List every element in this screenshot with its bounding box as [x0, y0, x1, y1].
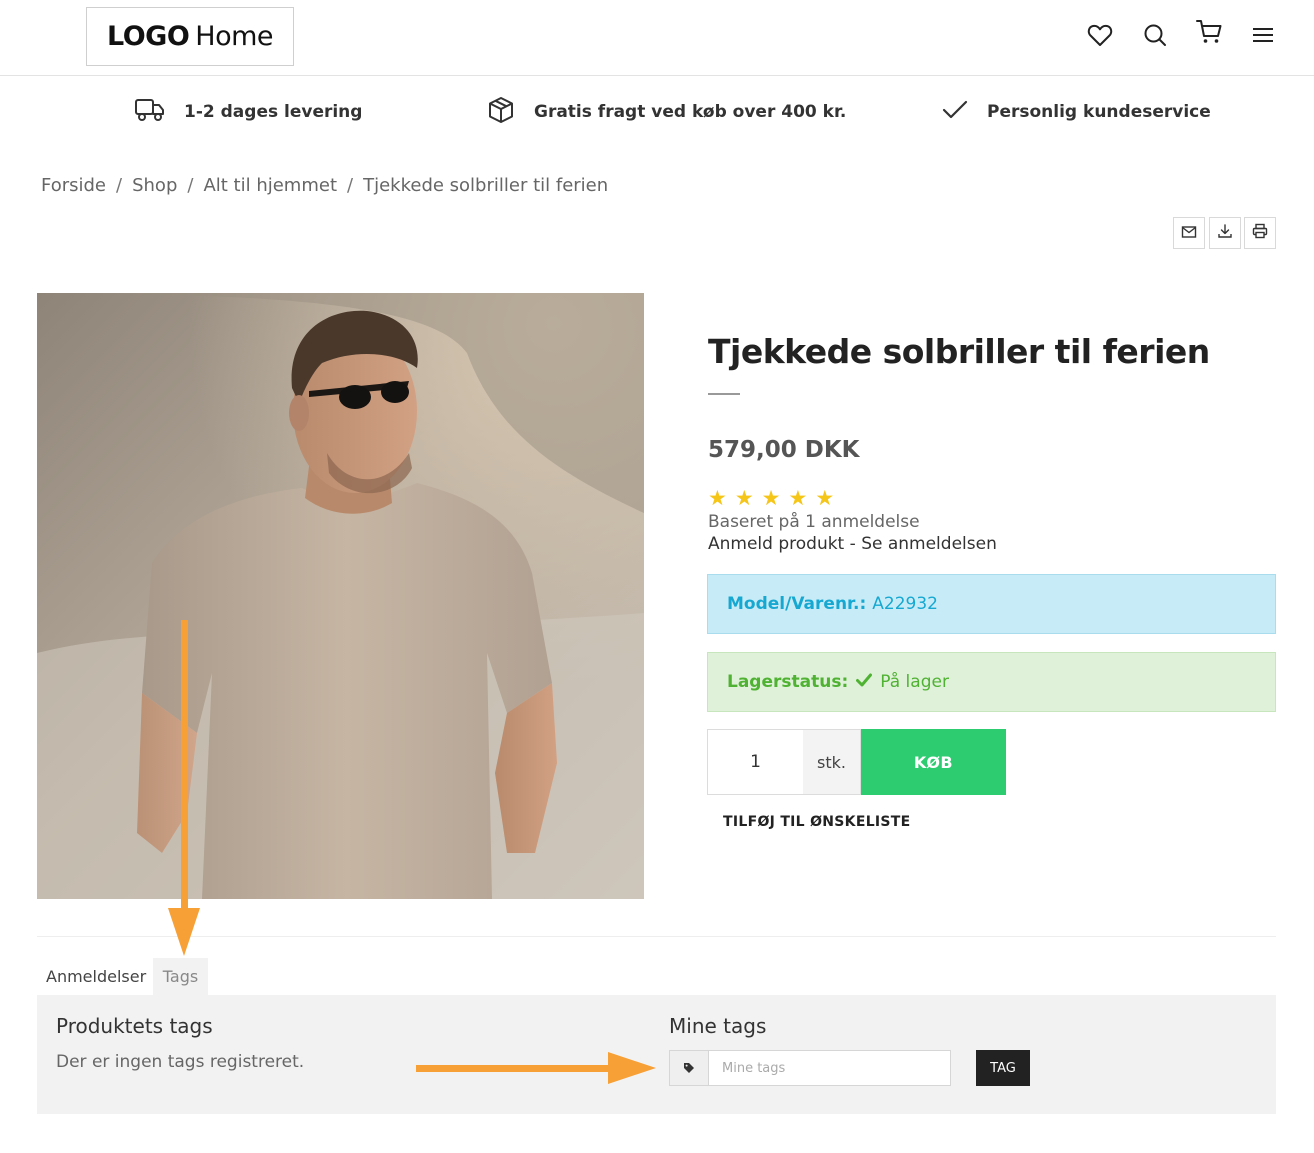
usp-service-text: Personlig kundeservice	[987, 102, 1211, 122]
truck-icon	[134, 96, 166, 128]
cart-icon[interactable]	[1194, 17, 1224, 47]
package-icon	[486, 95, 516, 129]
review-separator: -	[844, 534, 862, 554]
star-icon: ★	[815, 486, 835, 510]
review-links: Anmeld produkt - Se anmeldelsen	[708, 534, 997, 554]
breadcrumb-separator: /	[187, 175, 194, 196]
logo[interactable]: LOGO Home	[86, 7, 294, 66]
menu-icon[interactable]	[1248, 20, 1278, 50]
printer-icon	[1252, 223, 1268, 243]
star-icon: ★	[761, 486, 781, 510]
usp-freight: Gratis fragt ved køb over 400 kr.	[486, 92, 846, 132]
product-image[interactable]	[37, 293, 644, 899]
usp-service: Personlig kundeservice	[941, 92, 1211, 132]
breadcrumb-separator: /	[347, 175, 354, 196]
star-icon: ★	[708, 486, 727, 510]
breadcrumb-forside[interactable]: Forside	[41, 175, 106, 196]
star-icon: ★	[734, 486, 754, 510]
my-tags-heading: Mine tags	[669, 1014, 767, 1038]
model-label: Model/Varenr.:	[727, 594, 867, 614]
download-button[interactable]	[1209, 217, 1241, 249]
check-icon	[856, 672, 873, 692]
breadcrumb-category[interactable]: Alt til hjemmet	[203, 175, 337, 196]
product-tags-empty: Der er ingen tags registreret.	[56, 1052, 305, 1072]
tag-button[interactable]: TAG	[976, 1050, 1030, 1086]
site-header: LOGO Home	[0, 0, 1314, 76]
usp-delivery-text: 1-2 dages levering	[184, 102, 363, 122]
search-icon[interactable]	[1140, 20, 1170, 50]
email-button[interactable]	[1173, 217, 1205, 249]
product-tags-heading: Produktets tags	[56, 1014, 213, 1038]
model-info: Model/Varenr.: A22932	[707, 574, 1276, 634]
checkmark-icon	[941, 98, 969, 126]
quantity-unit: stk.	[803, 729, 861, 795]
my-tags-input[interactable]	[708, 1050, 951, 1086]
stock-label: Lagerstatus:	[727, 672, 849, 692]
star-icon: ★	[788, 486, 808, 510]
breadcrumb: Forside / Shop / Alt til hjemmet / Tjekk…	[41, 175, 608, 196]
breadcrumb-separator: /	[116, 175, 123, 196]
product-title: Tjekkede solbriller til ferien	[708, 332, 1210, 371]
breadcrumb-current: Tjekkede solbriller til ferien	[363, 175, 609, 196]
model-value: A22932	[872, 594, 938, 614]
usp-freight-text: Gratis fragt ved køb over 400 kr.	[534, 102, 847, 122]
download-icon	[1217, 223, 1233, 243]
rating-count: Baseret på 1 anmeldelse	[708, 512, 920, 532]
rating-stars[interactable]: ★ ★ ★ ★ ★	[708, 488, 834, 509]
product-price: 579,00 DKK	[708, 437, 860, 463]
buy-button[interactable]: KØB	[861, 729, 1006, 795]
envelope-icon	[1181, 224, 1197, 243]
quantity-input[interactable]	[707, 729, 804, 795]
tab-tags[interactable]: Tags	[153, 958, 208, 995]
heart-icon[interactable]	[1085, 20, 1115, 50]
print-button[interactable]	[1244, 217, 1276, 249]
see-reviews-link[interactable]: Se anmeldelsen	[861, 534, 997, 554]
write-review-link[interactable]: Anmeld produkt	[708, 534, 844, 554]
add-to-wishlist-link[interactable]: TILFØJ TIL ØNSKELISTE	[723, 814, 911, 830]
usp-delivery: 1-2 dages levering	[134, 92, 362, 132]
stock-value: På lager	[880, 672, 949, 692]
tag-icon	[669, 1050, 709, 1086]
breadcrumb-shop[interactable]: Shop	[132, 175, 177, 196]
logo-bold: LOGO	[106, 21, 190, 52]
stock-status: Lagerstatus: På lager	[707, 652, 1276, 712]
section-divider	[37, 936, 1276, 937]
tab-reviews[interactable]: Anmeldelser	[37, 958, 155, 995]
title-underline	[708, 393, 740, 395]
logo-text: Home	[195, 21, 274, 52]
